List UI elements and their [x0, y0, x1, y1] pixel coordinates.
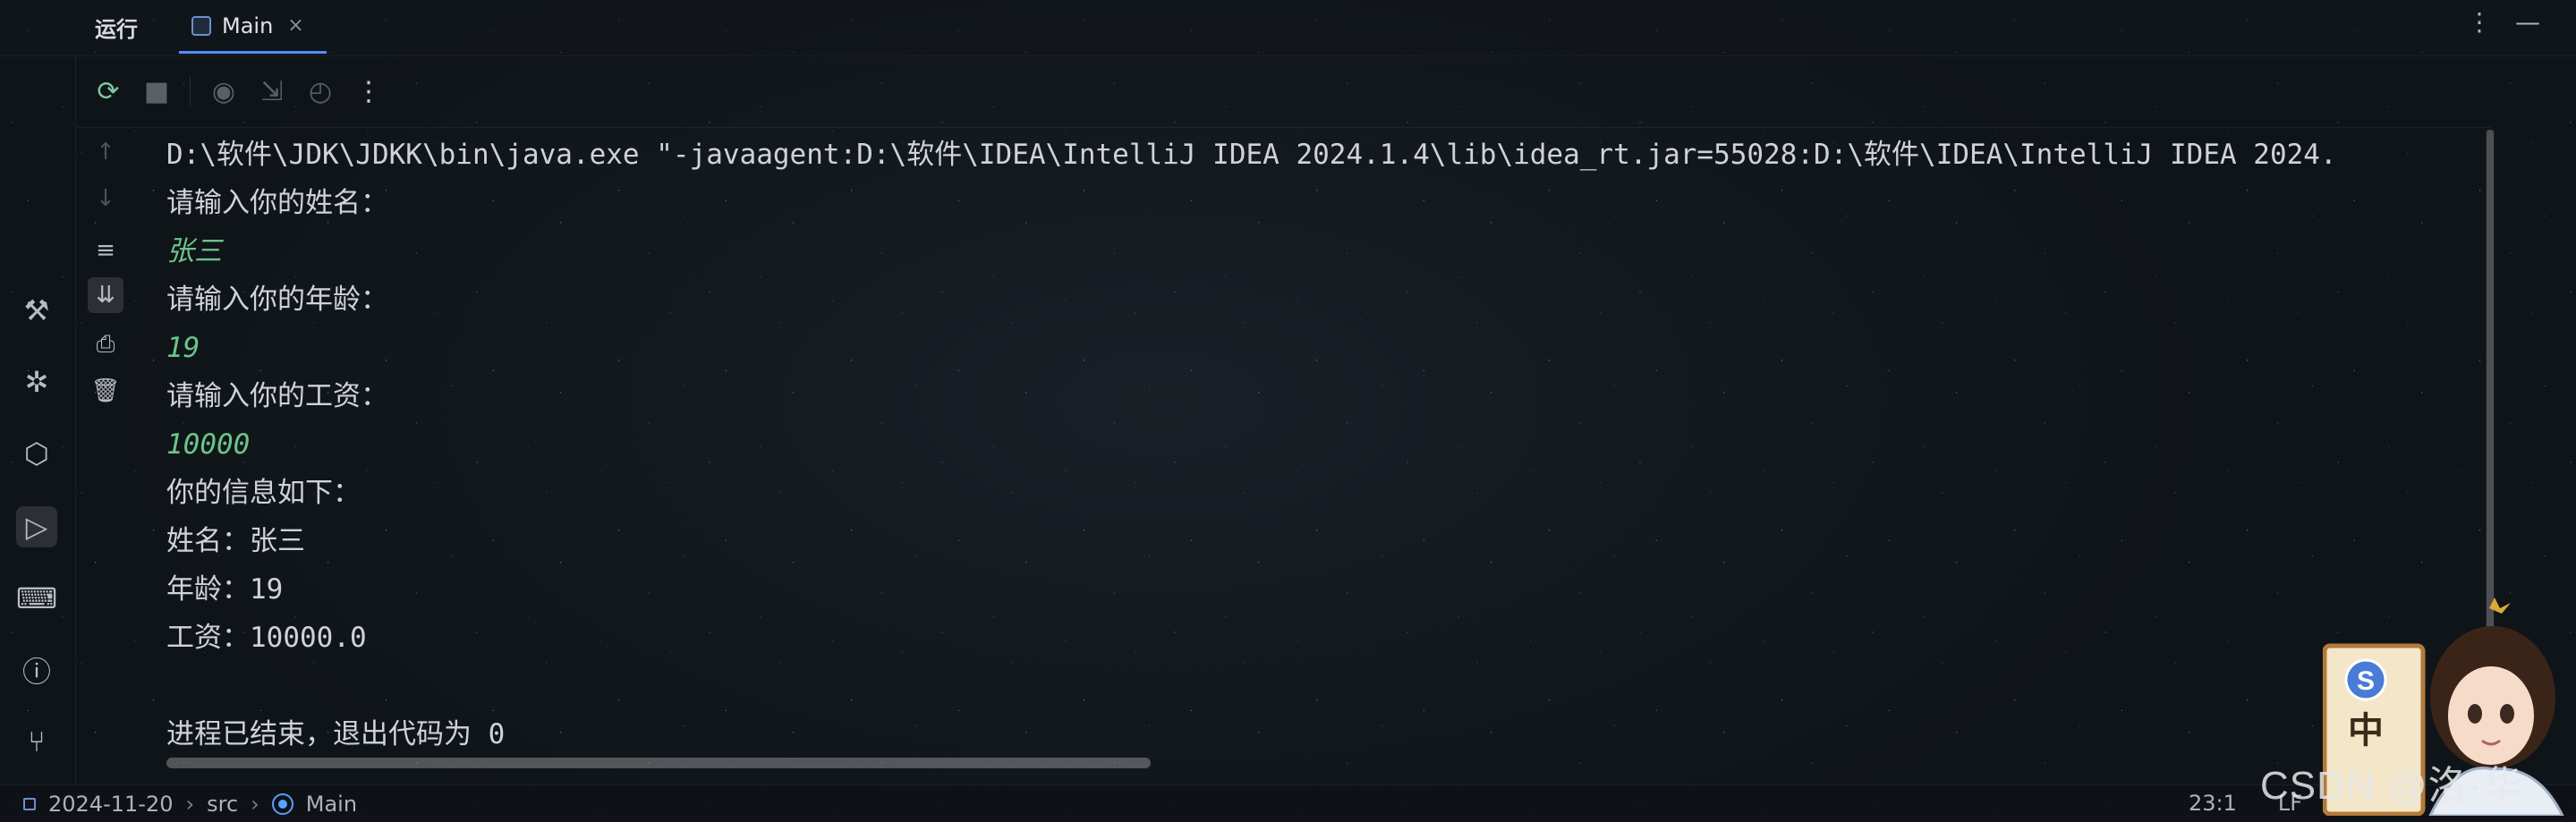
- stop-icon[interactable]: ■: [141, 76, 172, 107]
- tab-label: Main: [222, 13, 274, 38]
- console-output-line: 请输入你的姓名：: [166, 187, 388, 219]
- run-tool-window-title: 运行: [95, 17, 138, 42]
- more-vertical-icon[interactable]: ⋮: [2467, 7, 2492, 37]
- console-input-line: 10000: [166, 428, 251, 461]
- tab-main[interactable]: Main ×: [179, 0, 327, 54]
- horizontal-scroll-thumb[interactable]: [166, 758, 1151, 768]
- class-icon: [271, 793, 293, 815]
- services-icon[interactable]: ⬡: [16, 433, 57, 474]
- toolbar-separator: [190, 77, 191, 106]
- terminal-icon[interactable]: ⌨: [16, 578, 57, 619]
- project-icon: [23, 798, 36, 810]
- console-output-line: 请输入你的工资：: [166, 380, 388, 412]
- badge-letter: S: [2357, 666, 2375, 696]
- csdn-watermark: CSDN @洛·华: [2260, 764, 2523, 808]
- caret-position[interactable]: 23:1: [2189, 791, 2237, 816]
- console-output-line: 请输入你的年龄：: [166, 284, 388, 316]
- tool-window-header: 运行 Main × ⋮ —: [0, 0, 2576, 56]
- chevron-right-icon: ›: [185, 792, 195, 817]
- scroll-down-icon[interactable]: ↓: [88, 181, 123, 216]
- run-toolbar: ⟳ ■ ◉ ⇲ ◴ ⋮: [77, 55, 2491, 128]
- console-output-line: 工资：10000.0: [166, 622, 367, 654]
- settings-icon[interactable]: ◴: [305, 76, 336, 107]
- export-icon[interactable]: ⇲: [257, 76, 287, 107]
- git-icon[interactable]: ⑂: [16, 721, 57, 762]
- build-hammer-icon[interactable]: ⚒: [16, 290, 57, 331]
- camera-icon[interactable]: ◉: [208, 76, 239, 107]
- horizontal-scrollbar[interactable]: [166, 758, 2475, 768]
- clear-trash-icon[interactable]: 🗑: [88, 373, 123, 409]
- avatar-face: [2448, 666, 2534, 765]
- scroll-up-icon[interactable]: ↑: [88, 134, 123, 170]
- console-output-line: 姓名：张三: [166, 525, 305, 557]
- console-output-line: 你的信息如下：: [166, 477, 361, 509]
- problems-icon[interactable]: ⓘ: [16, 649, 57, 691]
- avatar-hair-ornament: [2489, 597, 2511, 614]
- print-icon[interactable]: ⎙: [88, 326, 123, 362]
- tab-close-icon[interactable]: ×: [287, 14, 303, 37]
- console-input-line: 19: [166, 332, 200, 364]
- soft-wrap-icon[interactable]: ≡: [88, 233, 123, 268]
- console-output-line: 年龄：19: [166, 573, 284, 606]
- breadcrumb-file[interactable]: Main: [306, 792, 357, 817]
- breadcrumb-folder[interactable]: src: [207, 792, 238, 817]
- java-file-icon: [191, 15, 211, 36]
- scroll-to-end-icon[interactable]: ⇊: [88, 277, 123, 313]
- console-output-line: 进程已结束，退出代码为 0: [166, 718, 506, 750]
- breadcrumb-project[interactable]: 2024-11-20: [48, 792, 173, 817]
- left-tool-strip: ⚒ ✲ ⬡ ▷ ⌨ ⓘ ⑂: [0, 55, 76, 787]
- console-output-line: D:\软件\JDK\JDKK\bin\java.exe "-javaagent:…: [166, 139, 2337, 171]
- badge-char: 中: [2348, 710, 2384, 751]
- minimize-icon[interactable]: —: [2515, 7, 2540, 37]
- console-input-line: 张三: [166, 235, 222, 267]
- chevron-right-icon: ›: [251, 792, 259, 817]
- breadcrumb: 2024-11-20 › src › Main: [0, 792, 357, 817]
- rerun-icon[interactable]: ⟳: [93, 76, 123, 107]
- console-side-toolbar: ↑ ↓ ≡ ⇊ ⎙ 🗑: [77, 130, 140, 792]
- debug-bug-icon[interactable]: ✲: [16, 361, 57, 403]
- status-bar: 2024-11-20 › src › Main 23:1 LF U: [0, 784, 2576, 822]
- run-icon[interactable]: ▷: [16, 506, 57, 547]
- console-output[interactable]: D:\软件\JDK\JDKK\bin\java.exe "-javaagent:…: [166, 131, 2493, 757]
- more-icon[interactable]: ⋮: [353, 76, 384, 107]
